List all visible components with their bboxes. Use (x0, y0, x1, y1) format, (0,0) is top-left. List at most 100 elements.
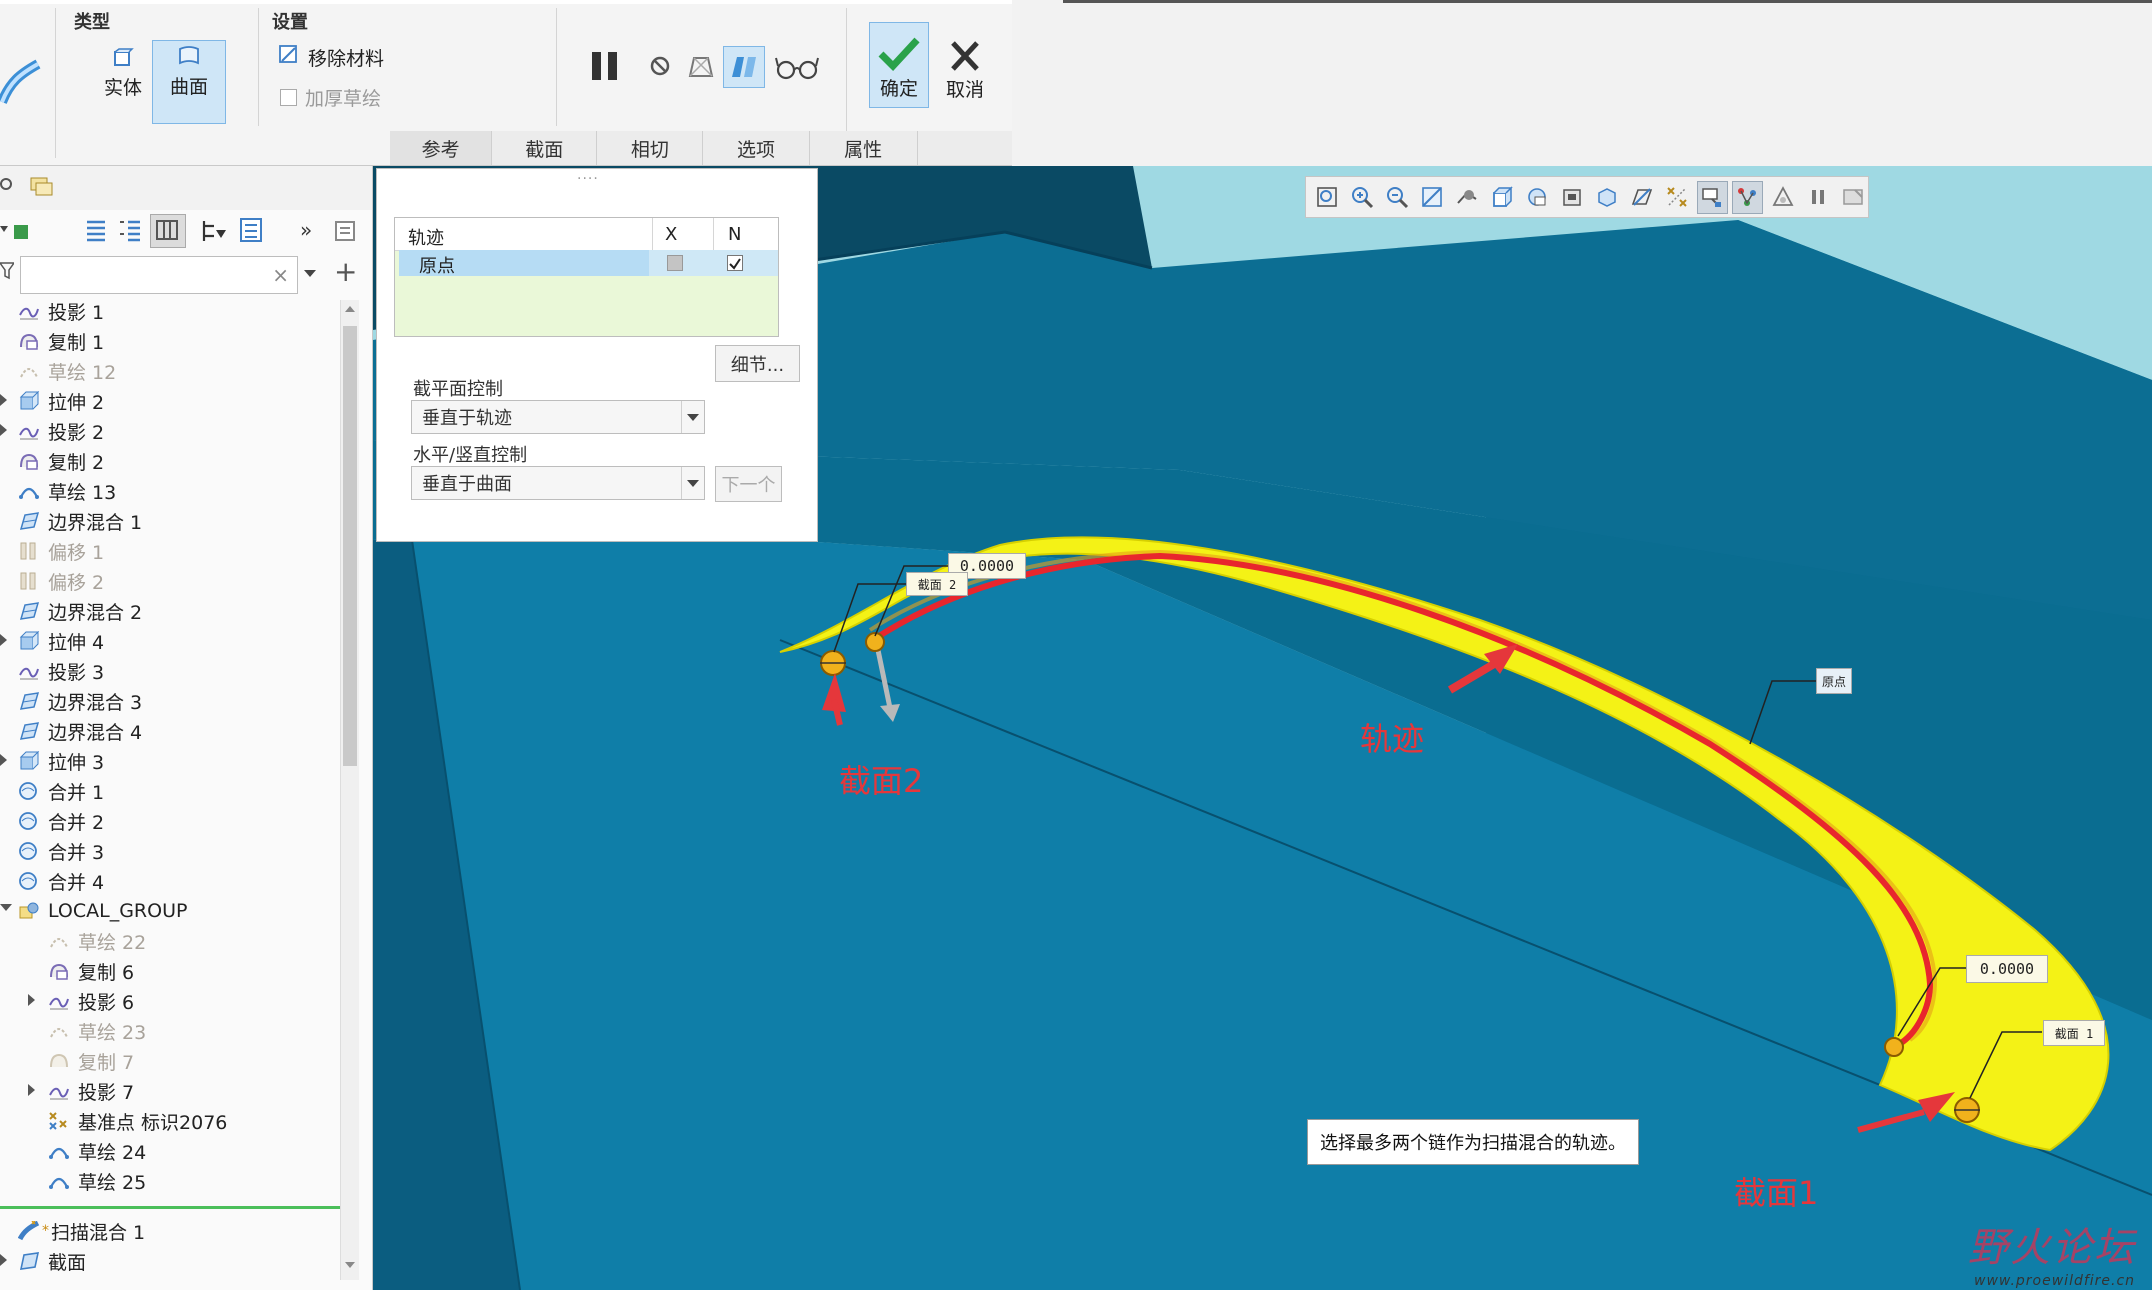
tree-item[interactable]: 合并 2 (18, 806, 104, 836)
tab-options[interactable]: 选项 (703, 131, 810, 165)
expand-arrow-icon[interactable] (0, 634, 7, 646)
glasses-button[interactable] (774, 52, 820, 82)
view-manager-icon[interactable] (1522, 181, 1553, 214)
tree-item[interactable]: 拉伸 4 (18, 626, 104, 656)
insert-here-marker[interactable] (0, 1206, 340, 1209)
tree-item[interactable]: 草绘 24 (48, 1136, 146, 1166)
scrollbar-thumb[interactable] (343, 326, 357, 766)
tree-item[interactable]: 投影 7 (48, 1076, 134, 1106)
tree-item[interactable]: 边界混合 4 (18, 716, 142, 746)
expand-arrow-icon[interactable] (28, 1084, 35, 1096)
more-chevron-icon[interactable]: » (300, 218, 312, 242)
shade-icon[interactable] (1767, 181, 1798, 214)
trajectory-origin-tag[interactable]: 原点 (1816, 668, 1852, 694)
tree-item[interactable]: 投影 3 (18, 656, 104, 686)
x-checkbox[interactable] (667, 255, 683, 271)
expand-arrow-icon[interactable] (0, 754, 7, 766)
section-tag[interactable]: 截面 1 (2043, 1020, 2105, 1046)
tree-item[interactable]: 边界混合 2 (18, 596, 142, 626)
model-tree-tab-icon[interactable] (0, 178, 12, 190)
tree-item[interactable]: 草绘 23 (48, 1016, 146, 1046)
tree-item[interactable]: 基准点 标识2076 (48, 1106, 227, 1136)
tree-item[interactable]: 合并 3 (18, 836, 104, 866)
saved-views-icon[interactable] (1487, 181, 1518, 214)
stop-button[interactable] (646, 52, 674, 80)
tree-item[interactable]: 边界混合 3 (18, 686, 142, 716)
tree-settings-icon[interactable] (238, 216, 264, 244)
expand-arrow-icon[interactable] (0, 1254, 7, 1266)
tree-item[interactable]: 拉伸 2 (18, 386, 104, 416)
spin-center-icon[interactable] (1731, 180, 1764, 214)
tree-filter-icon[interactable] (200, 218, 228, 244)
tab-properties[interactable]: 属性 (809, 131, 918, 165)
tree-item[interactable]: 复制 7 (48, 1046, 134, 1076)
tree-item[interactable]: 投影 1 (18, 296, 104, 326)
search-dropdown-icon[interactable] (304, 270, 316, 277)
expand-arrow-icon[interactable] (0, 424, 7, 436)
show-icon[interactable] (0, 220, 36, 242)
verify-mode-button[interactable] (723, 46, 765, 88)
solid-button[interactable]: 实体 (88, 44, 158, 100)
tree-item[interactable]: 合并 1 (18, 776, 104, 806)
tree-list-icon[interactable] (84, 218, 108, 242)
scroll-down-icon[interactable] (345, 1262, 355, 1268)
table-row[interactable]: 原点 (399, 250, 649, 277)
tree-expand-icon[interactable] (118, 218, 142, 242)
tab-tangency[interactable]: 相切 (597, 131, 704, 165)
hv-control-select[interactable]: 垂直于曲面 (411, 466, 705, 500)
next-button[interactable]: 下一个 (715, 466, 782, 502)
tree-item[interactable]: 草绘 22 (48, 926, 146, 956)
attached-preview-button[interactable] (684, 50, 718, 84)
thicken-sketch-checkbox[interactable] (280, 89, 297, 106)
tree-item[interactable]: 复制 1 (18, 326, 104, 356)
section-view-icon[interactable] (1557, 181, 1588, 214)
repaint-icon[interactable] (1417, 181, 1448, 214)
zoom-out-icon[interactable] (1382, 181, 1413, 214)
annotation-display-icon[interactable] (1696, 180, 1728, 214)
zoom-in-icon[interactable] (1347, 181, 1378, 214)
cancel-button[interactable]: 取消 (935, 22, 995, 108)
tree-item[interactable]: 偏移 1 (18, 536, 104, 566)
datum-plane-display-icon[interactable] (1627, 181, 1658, 214)
n-checkbox[interactable] (727, 255, 743, 271)
surface-button[interactable]: 曲面 (152, 40, 226, 124)
tree-notes-icon[interactable] (332, 218, 358, 244)
tree-item[interactable]: 投影 6 (48, 986, 134, 1016)
panel-grip[interactable]: ···· (577, 171, 599, 187)
tree-item[interactable]: 偏移 2 (18, 566, 104, 596)
expand-arrow-icon[interactable] (28, 994, 35, 1006)
section-plane-control-select[interactable]: 垂直于轨迹 (411, 400, 705, 434)
datum-point-display-icon[interactable] (1662, 181, 1693, 214)
tab-sections[interactable]: 截面 (492, 131, 598, 165)
tree-item[interactable]: 草绘 25 (48, 1166, 146, 1196)
thicken-sketch-option[interactable]: 加厚草绘 (280, 84, 381, 111)
tree-item-section[interactable]: 截面 (18, 1246, 86, 1276)
tree-item[interactable]: 边界混合 1 (18, 506, 142, 536)
remove-material-option[interactable]: 移除材料 (278, 44, 384, 71)
collapse-arrow-icon[interactable] (0, 904, 12, 911)
pause-button[interactable] (586, 46, 626, 86)
tree-item-active-feature[interactable]: * 扫描混合 1 (18, 1216, 145, 1246)
annotation-orientation-icon[interactable] (1837, 181, 1868, 214)
tree-columns-icon[interactable] (150, 214, 186, 248)
expand-arrow-icon[interactable] (0, 394, 7, 406)
pause-animation-icon[interactable] (1802, 181, 1833, 214)
refit-icon[interactable] (1312, 181, 1343, 214)
tree-item[interactable]: 草绘 12 (18, 356, 116, 386)
clear-search-icon[interactable]: × (272, 263, 289, 287)
ok-button[interactable]: 确定 (869, 22, 929, 108)
tree-item[interactable]: 草绘 13 (18, 476, 116, 506)
dimension-tag[interactable]: 0.0000 (1966, 955, 2048, 983)
tree-item[interactable]: LOCAL_GROUP (18, 896, 187, 926)
layer-tree-tab-icon[interactable] (28, 174, 56, 200)
tree-item[interactable]: 拉伸 3 (18, 746, 104, 776)
tree-item[interactable]: 合并 4 (18, 866, 104, 896)
tree-scrollbar[interactable] (340, 300, 359, 1280)
details-button[interactable]: 细节... (715, 345, 800, 382)
scroll-up-icon[interactable] (345, 306, 355, 312)
add-filter-icon[interactable]: + (334, 258, 357, 286)
tab-references[interactable]: 参考 (390, 131, 493, 165)
display-style-icon[interactable] (1452, 181, 1483, 214)
tree-search-input[interactable]: × (20, 256, 298, 294)
perspective-icon[interactable] (1592, 181, 1623, 214)
